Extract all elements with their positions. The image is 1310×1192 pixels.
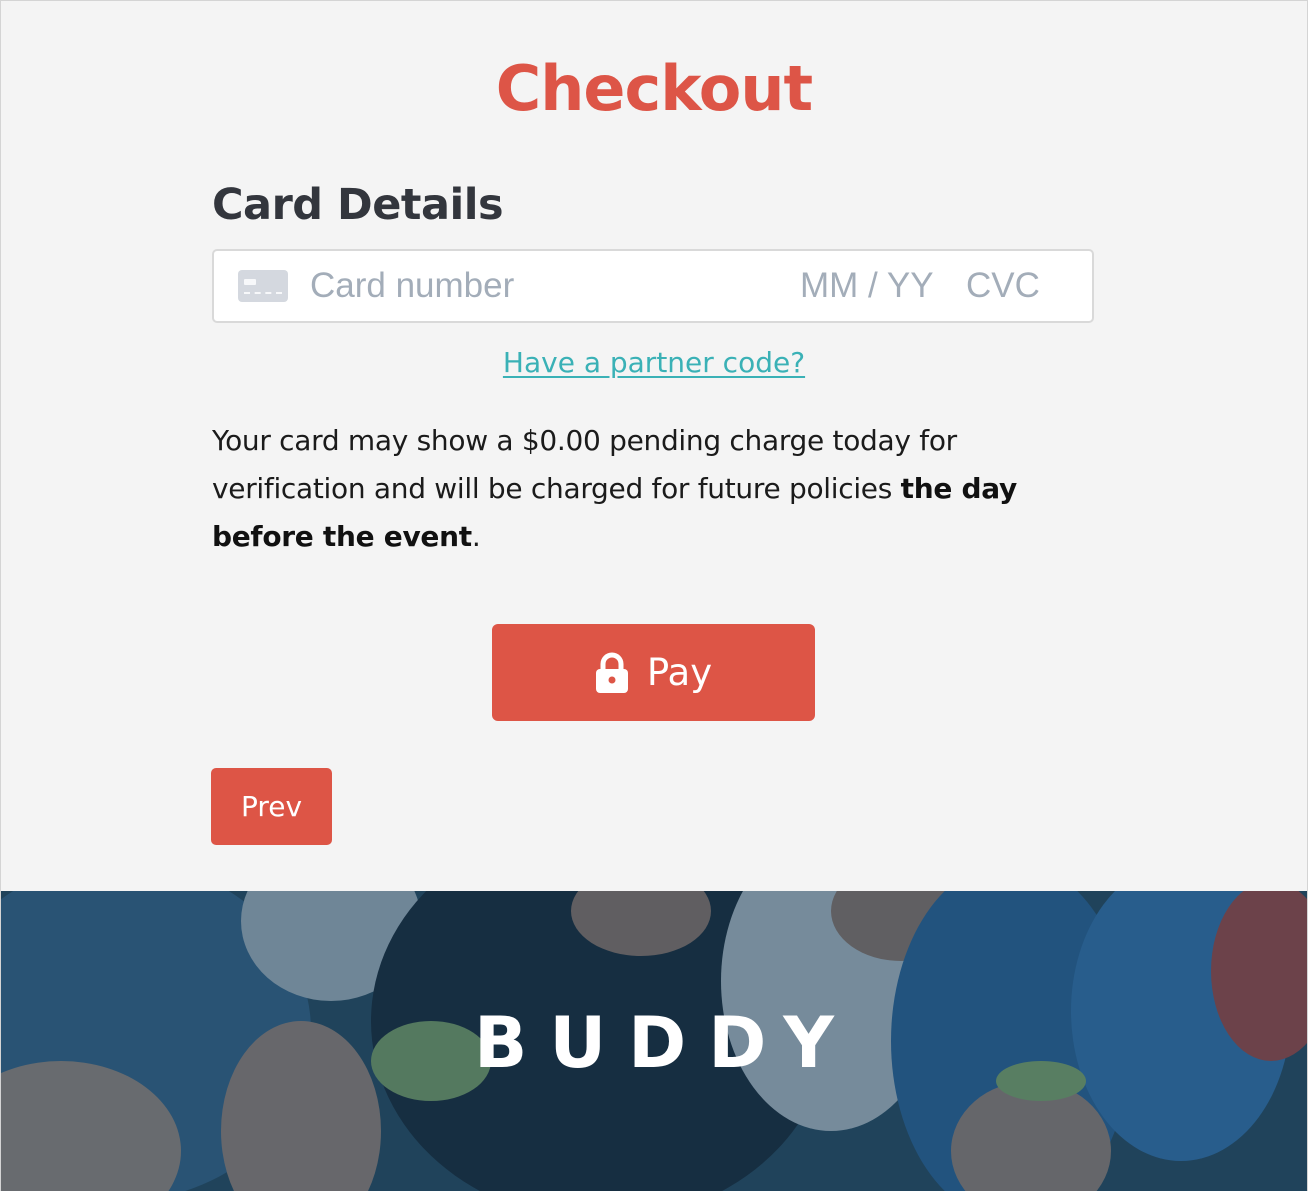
checkout-page: Checkout Card Details Have a partner cod… bbox=[0, 0, 1308, 1191]
prev-button[interactable]: Prev bbox=[211, 768, 332, 845]
card-digits bbox=[244, 292, 282, 294]
pay-button-label: Pay bbox=[646, 651, 713, 694]
lock-icon bbox=[595, 652, 629, 694]
checkout-panel: Checkout Card Details Have a partner cod… bbox=[1, 1, 1307, 891]
partner-code-row: Have a partner code? bbox=[1, 343, 1307, 383]
credit-card-icon bbox=[238, 270, 288, 302]
card-chip bbox=[244, 279, 256, 285]
card-details-heading: Card Details bbox=[212, 180, 504, 230]
notice-text: Your card may show a $0.00 pending charg… bbox=[212, 424, 957, 505]
page-title: Checkout bbox=[495, 52, 813, 125]
notice-text-end: . bbox=[471, 520, 481, 553]
card-number-input[interactable] bbox=[310, 261, 780, 311]
card-cvc-input[interactable] bbox=[966, 261, 1076, 311]
footer-banner: BUDDY bbox=[1, 891, 1307, 1191]
buddy-logo: BUDDY bbox=[473, 1002, 856, 1084]
card-element[interactable] bbox=[212, 249, 1094, 323]
pay-button[interactable]: Pay bbox=[492, 624, 815, 721]
card-expiry-input[interactable] bbox=[800, 261, 950, 311]
charge-notice: Your card may show a $0.00 pending charg… bbox=[212, 417, 1072, 561]
partner-code-link[interactable]: Have a partner code? bbox=[503, 346, 805, 379]
